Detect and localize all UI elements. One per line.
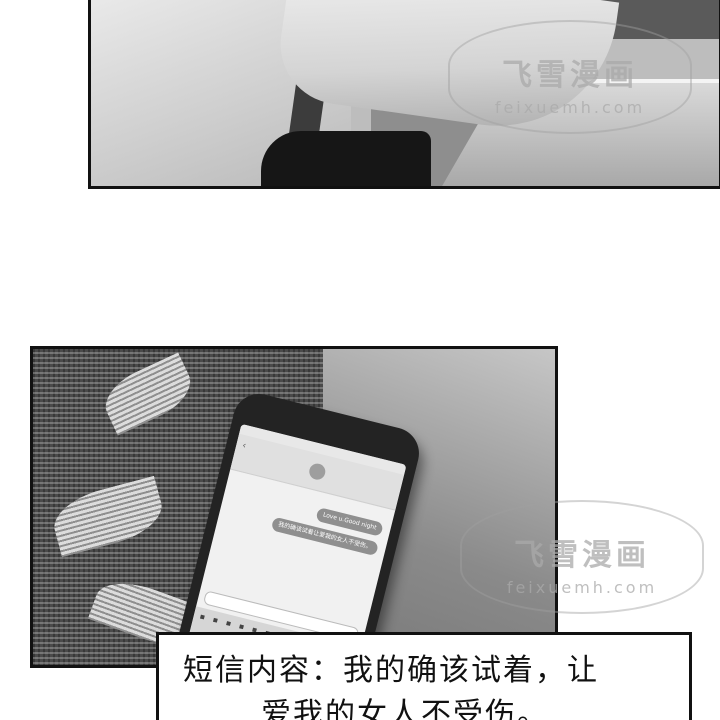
comic-panel-top — [88, 0, 720, 189]
comic-panel-bottom: ‹ Love u.Good night 我的确该试着让爱我的女人不受伤。 ▪▪▪… — [30, 346, 558, 668]
caption-line-1: 短信内容：我的确该试着，让 — [183, 653, 599, 688]
back-icon: ‹ — [241, 440, 248, 452]
caption-line-2: 爱我的女人不受伤。 — [261, 697, 549, 720]
comic-page: 飞雪漫画 feixuemh.com ‹ Love u.Good night 我的… — [0, 0, 720, 720]
contact-avatar — [307, 461, 327, 482]
caption-box: 短信内容：我的确该试着，让 爱我的女人不受伤。 — [156, 632, 692, 720]
person-dark-trousers — [261, 131, 431, 186]
